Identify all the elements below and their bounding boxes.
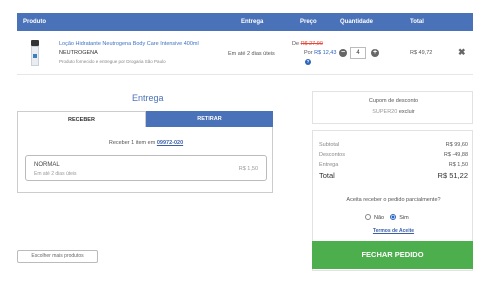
- header-quantidade: Quantidade: [340, 19, 374, 25]
- header-entrega: Entrega: [241, 19, 264, 25]
- product-image[interactable]: [31, 40, 39, 66]
- coupon-title: Cupom de desconto: [368, 98, 419, 104]
- quantity-increase-button[interactable]: +: [371, 49, 379, 57]
- cep-link[interactable]: 09972-020: [157, 140, 183, 146]
- shipping-option-normal[interactable]: NORMAL Em até 2 dias úteis R$ 1,50: [25, 155, 267, 181]
- price-discounted-value: R$ 12,43: [314, 50, 337, 56]
- shipping-option-name: NORMAL: [34, 162, 60, 168]
- product-brand: NEUTROGENA: [59, 50, 98, 56]
- terms-link[interactable]: Termos de Aceite: [313, 228, 474, 234]
- shipping-label: Entrega: [319, 162, 339, 168]
- partial-delivery-options: Não Sim: [365, 214, 409, 222]
- receber-info: Receber 1 item em 09972-020: [18, 140, 274, 146]
- radio-nao-label: Não: [374, 215, 385, 222]
- coupon-applied: SUPER20 excluir: [313, 109, 474, 115]
- subtotal-label: Subtotal: [319, 142, 340, 148]
- cart-item-row: Loção Hidratante Neutrogena Body Care In…: [17, 31, 473, 75]
- radio-sim-label: Sim: [399, 215, 409, 222]
- price-discounted: Por R$ 12,43: [304, 50, 336, 56]
- radio-nao-circle[interactable]: [365, 214, 371, 220]
- price-discounted-prefix: Por: [304, 50, 313, 56]
- coupon-box: Cupom de desconto SUPER20 excluir: [312, 91, 473, 124]
- shipping-option-time: Em até 2 dias úteis: [34, 171, 77, 177]
- header-produto: Produto: [23, 19, 46, 25]
- shipping-value: R$ 1,50: [448, 162, 468, 168]
- summary-shipping: Entrega R$ 1,50: [319, 162, 468, 168]
- item-delivery-time: Em até 2 dias úteis: [228, 51, 275, 57]
- coupon-code: SUPER20: [372, 109, 398, 115]
- subtotal-value: R$ 99,60: [445, 142, 468, 148]
- summary-discount: Descontos R$ -49,88: [319, 152, 468, 158]
- price-info-icon[interactable]: ?: [305, 59, 311, 65]
- product-name-link[interactable]: Loção Hidratante Neutrogena Body Care In…: [59, 41, 199, 47]
- price-original: De R$ 27,90: [292, 41, 323, 47]
- product-seller: Produto fornecido e entregue por Drogari…: [59, 59, 166, 64]
- total-label: Total: [319, 171, 335, 180]
- delivery-section-title: Entrega: [132, 93, 164, 103]
- discount-value: R$ -49,88: [443, 152, 468, 158]
- item-total: R$ 49,72: [410, 50, 433, 56]
- radio-nao[interactable]: Não: [365, 214, 385, 222]
- quantity-input[interactable]: 4: [350, 47, 366, 59]
- remove-item-icon[interactable]: ✖: [458, 47, 466, 58]
- header-preco: Preço: [300, 19, 317, 25]
- tab-retirar[interactable]: RETIRAR: [146, 111, 273, 127]
- shipping-option-price: R$ 1,50: [238, 166, 258, 172]
- discount-label: Descontos: [319, 152, 345, 158]
- price-original-value: R$ 27,90: [300, 41, 323, 47]
- checkout-button[interactable]: FECHAR PEDIDO: [312, 241, 473, 269]
- radio-sim-circle[interactable]: [390, 214, 397, 220]
- receber-text: Receber 1 item em: [108, 140, 156, 146]
- delivery-panel: Receber 1 item em 09972-020 NORMAL Em at…: [17, 127, 273, 193]
- summary-total: Total R$ 51,22: [319, 171, 468, 180]
- summary-subtotal: Subtotal R$ 99,60: [319, 142, 468, 148]
- partial-delivery-question: Aceita receber o pedido parcialmente?: [346, 197, 441, 203]
- total-value: R$ 51,22: [437, 171, 468, 180]
- coupon-remove-link[interactable]: excluir: [399, 109, 415, 115]
- quantity-decrease-button[interactable]: −: [339, 49, 347, 57]
- header-total: Total: [410, 19, 424, 25]
- radio-sim[interactable]: Sim: [390, 214, 409, 222]
- cart-table-header: Produto Entrega Preço Quantidade Total: [17, 13, 473, 31]
- choose-more-products-button[interactable]: Escolher mais produtos: [17, 250, 98, 263]
- price-original-prefix: De: [292, 41, 300, 47]
- tab-receber[interactable]: RECEBER: [17, 111, 146, 127]
